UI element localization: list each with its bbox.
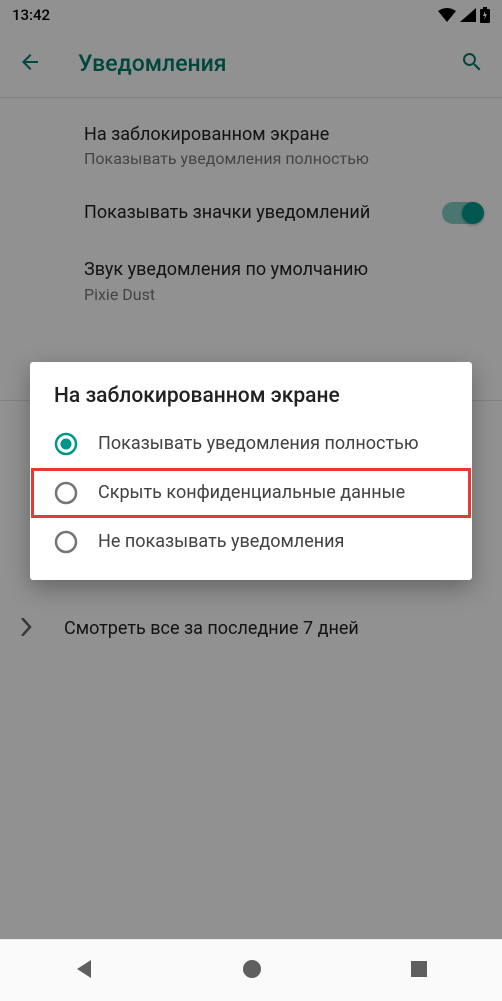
option-show-all[interactable]: Показывать уведомления полностью [30,420,472,468]
option-label: Скрыть конфиденциальные данные [98,481,405,504]
radio-unchecked-icon [54,530,78,554]
dialog-title: На заблокированном экране [30,384,472,420]
option-hide-sensitive[interactable]: Скрыть конфиденциальные данные [31,468,471,518]
lock-screen-dialog: На заблокированном экране Показывать уве… [30,362,472,580]
option-label: Не показывать уведомления [98,530,344,553]
navigation-bar [0,939,502,1001]
nav-back-button[interactable] [73,958,95,984]
radio-unchecked-icon [54,481,78,505]
option-label: Показывать уведомления полностью [98,432,419,455]
option-hide-all[interactable]: Не показывать уведомления [30,518,472,566]
nav-recent-button[interactable] [409,959,429,983]
radio-checked-icon [54,432,78,456]
nav-home-button[interactable] [241,958,263,984]
